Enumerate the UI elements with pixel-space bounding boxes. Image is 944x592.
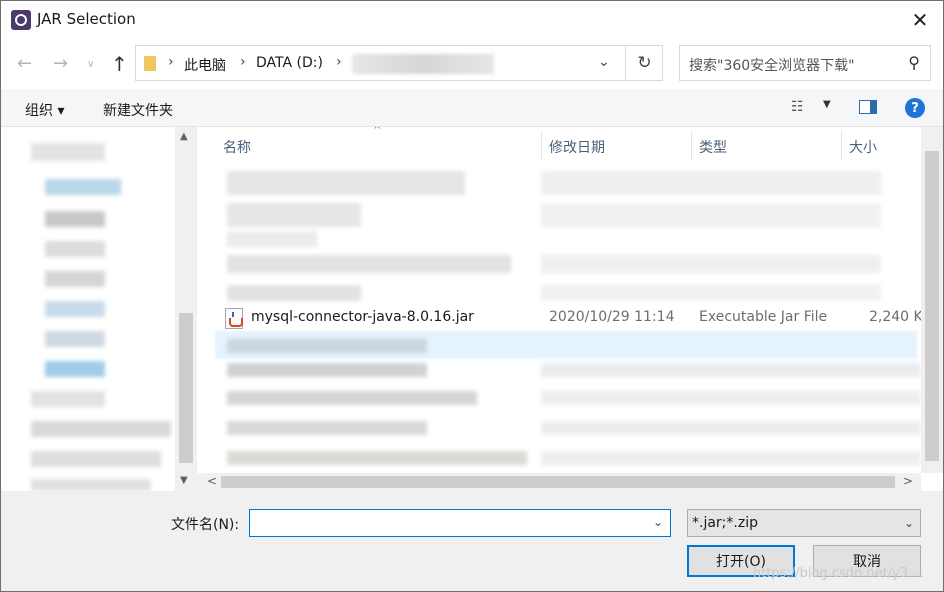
folder-icon: [144, 56, 156, 71]
search-icon[interactable]: ⚲: [908, 53, 920, 72]
column-header-size[interactable]: 大小: [849, 137, 877, 157]
refresh-icon[interactable]: ↻: [625, 46, 663, 80]
file-type-filter[interactable]: *.jar;*.zip ⌄: [687, 509, 921, 537]
nav-item[interactable]: [31, 421, 171, 437]
file-size: 2,240 K: [869, 309, 923, 325]
breadcrumb-blurred-folder[interactable]: [352, 54, 494, 74]
breadcrumb-separator[interactable]: ›: [168, 54, 174, 70]
scroll-right-icon[interactable]: >: [903, 474, 913, 488]
file-type-filter-value: *.jar;*.zip: [692, 515, 758, 531]
back-arrow-icon[interactable]: ←: [17, 53, 32, 74]
scroll-down-icon[interactable]: ▼: [180, 475, 188, 486]
chevron-down-icon: ⌄: [903, 516, 914, 530]
column-header-type[interactable]: 类型: [699, 137, 727, 157]
file-row-redacted[interactable]: [227, 203, 361, 227]
app-icon: [11, 10, 31, 30]
preview-pane-icon[interactable]: [859, 100, 877, 114]
file-row-redacted[interactable]: [227, 421, 427, 435]
scrollbar-thumb[interactable]: [179, 313, 193, 463]
sort-ascending-icon: ^: [373, 127, 382, 136]
file-row-redacted[interactable]: [541, 285, 881, 301]
nav-item[interactable]: [31, 391, 105, 407]
scroll-left-icon[interactable]: <: [207, 474, 217, 488]
file-row-redacted[interactable]: [227, 451, 527, 465]
column-divider[interactable]: [541, 131, 542, 161]
breadcrumb-this-pc[interactable]: 此电脑: [184, 55, 226, 75]
scrollbar-thumb[interactable]: [925, 151, 939, 461]
file-row-redacted[interactable]: [227, 255, 511, 273]
organize-menu[interactable]: 组织 ▾: [25, 100, 64, 120]
nav-item[interactable]: [45, 331, 105, 347]
file-row-mysql-connector[interactable]: mysql-connector-java-8.0.16.jar 2020/10/…: [221, 307, 923, 331]
breadcrumb-separator[interactable]: ›: [240, 54, 246, 70]
new-folder-button[interactable]: 新建文件夹: [103, 100, 173, 120]
column-divider[interactable]: [691, 131, 692, 161]
breadcrumb-data-drive[interactable]: DATA (D:): [256, 55, 323, 71]
file-row-redacted[interactable]: [227, 363, 427, 377]
nav-item[interactable]: [45, 241, 105, 257]
file-modified: 2020/10/29 11:14: [549, 309, 675, 325]
command-toolbar: 组织 ▾ 新建文件夹 ☷ ▼ ?: [1, 89, 943, 127]
file-list-horizontal-scrollbar[interactable]: < >: [197, 473, 921, 491]
help-icon[interactable]: ?: [905, 98, 925, 118]
nav-item[interactable]: [31, 451, 161, 467]
search-placeholder[interactable]: 搜索"360安全浏览器下载": [689, 55, 855, 75]
file-row-redacted[interactable]: [541, 203, 881, 227]
forward-arrow-icon[interactable]: →: [53, 53, 68, 74]
dialog-footer: 文件名(N): ⌄ *.jar;*.zip ⌄ 打开(O) 取消 https:/…: [1, 491, 943, 591]
filename-label: 文件名(N):: [171, 517, 240, 533]
organize-label: 组织: [25, 103, 53, 119]
nav-item[interactable]: [31, 143, 105, 161]
file-name[interactable]: mysql-connector-java-8.0.16.jar: [251, 309, 474, 325]
file-row-redacted[interactable]: [227, 285, 361, 301]
nav-item[interactable]: [31, 479, 151, 491]
address-bar[interactable]: › 此电脑 › DATA (D:) › ⌄ ↻: [135, 45, 663, 81]
title-bar: JAR Selection ✕: [1, 1, 943, 39]
address-dropdown-icon[interactable]: ⌄: [598, 54, 610, 70]
column-divider[interactable]: [841, 131, 842, 161]
column-header-modified[interactable]: 修改日期: [549, 137, 605, 157]
view-menu-icon[interactable]: ☷: [791, 99, 804, 115]
watermark: https://blog.csdn.net/y3....: [753, 566, 925, 581]
file-row-redacted[interactable]: [227, 391, 477, 405]
scroll-up-icon[interactable]: ▲: [180, 131, 188, 142]
navigation-pane-scrollbar[interactable]: ▲ ▼: [175, 127, 197, 491]
navigation-pane[interactable]: ▲ ▼: [1, 127, 197, 491]
jar-file-icon: [225, 308, 243, 329]
jar-selection-dialog: JAR Selection ✕ ← → ∨ ↑ › 此电脑 › DATA (D:…: [0, 0, 944, 592]
file-row-redacted[interactable]: [541, 363, 921, 377]
nav-item[interactable]: [45, 361, 105, 377]
nav-item[interactable]: [45, 179, 121, 195]
file-row-redacted[interactable]: [541, 421, 921, 435]
column-header-name[interactable]: 名称: [223, 137, 251, 157]
nav-item[interactable]: [45, 211, 105, 227]
file-row-redacted[interactable]: [541, 171, 881, 195]
file-row-redacted[interactable]: [227, 339, 427, 353]
scrollbar-thumb[interactable]: [221, 476, 895, 488]
file-row-redacted[interactable]: [541, 391, 921, 405]
close-icon[interactable]: ✕: [897, 1, 943, 39]
filename-input[interactable]: [249, 509, 671, 537]
up-arrow-icon[interactable]: ↑: [111, 52, 128, 76]
search-box[interactable]: 搜索"360安全浏览器下载" ⚲: [679, 45, 931, 81]
file-row-redacted[interactable]: [227, 231, 317, 247]
filename-dropdown-icon[interactable]: ⌄: [653, 515, 663, 529]
nav-item[interactable]: [45, 271, 105, 287]
window-title: JAR Selection: [37, 10, 136, 28]
file-row-redacted[interactable]: [227, 171, 465, 195]
file-list-vertical-scrollbar[interactable]: [921, 127, 943, 473]
breadcrumb-separator[interactable]: ›: [336, 54, 342, 70]
recent-locations-chevron-icon[interactable]: ∨: [87, 59, 94, 70]
view-menu-chevron-icon[interactable]: ▼: [823, 99, 831, 110]
file-list[interactable]: ^ 名称 修改日期 类型 大小 mysql-connector-java-8.0…: [197, 127, 943, 491]
file-row-redacted[interactable]: [541, 451, 921, 465]
navigation-bar: ← → ∨ ↑ › 此电脑 › DATA (D:) › ⌄ ↻ 搜索"360安全…: [1, 39, 943, 89]
nav-item[interactable]: [45, 301, 105, 317]
file-type: Executable Jar File: [699, 309, 828, 325]
file-row-redacted[interactable]: [541, 255, 881, 273]
